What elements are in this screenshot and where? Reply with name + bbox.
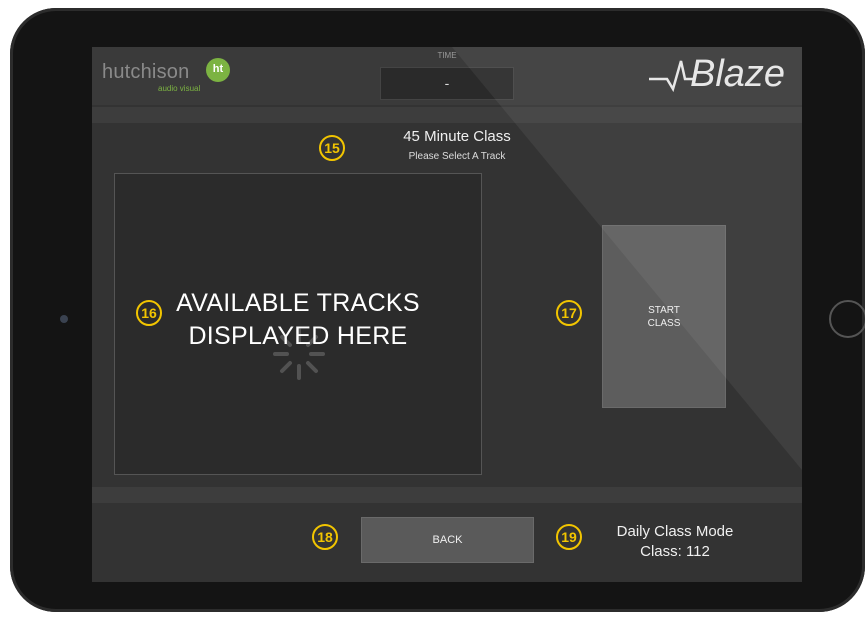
tracks-list-panel[interactable]: AVAILABLE TRACKS DISPLAYED HERE bbox=[114, 173, 482, 475]
brand-logo-text: hutchison bbox=[102, 61, 190, 83]
time-display: - bbox=[380, 67, 514, 100]
back-button[interactable]: BACK bbox=[361, 517, 534, 563]
divider-band-top bbox=[92, 107, 802, 123]
app-screen: hutchison audio visual ht TIME - Blaze 4… bbox=[92, 47, 802, 582]
callout-17: 17 bbox=[556, 300, 582, 326]
brand-logo-mark: ht bbox=[206, 58, 230, 82]
start-button-line1: START bbox=[648, 305, 680, 316]
callout-15: 15 bbox=[319, 135, 345, 161]
callout-18: 18 bbox=[312, 524, 338, 550]
blaze-logo-text: Blaze bbox=[690, 53, 786, 95]
mode-label: Daily Class Mode bbox=[616, 523, 734, 540]
time-value: - bbox=[444, 75, 450, 91]
start-button-line2: CLASS bbox=[647, 318, 681, 329]
divider-band-bottom bbox=[92, 487, 802, 503]
time-label: TIME bbox=[437, 51, 457, 60]
pulse-icon bbox=[649, 60, 695, 93]
class-title: 45 Minute Class bbox=[403, 128, 511, 145]
tracks-placeholder-line2: DISPLAYED HERE bbox=[188, 322, 408, 350]
brand-logo-subtext: audio visual bbox=[158, 84, 201, 93]
callout-19: 19 bbox=[556, 524, 582, 550]
home-button[interactable] bbox=[829, 300, 865, 338]
class-number: Class: 112 bbox=[640, 543, 710, 560]
header-bar: hutchison audio visual ht TIME - Blaze bbox=[92, 47, 802, 105]
class-subtitle: Please Select A Track bbox=[408, 151, 506, 162]
class-mode-status: Daily Class Mode Class: 112 bbox=[600, 522, 750, 562]
tracks-placeholder-text: AVAILABLE TRACKS DISPLAYED HERE bbox=[115, 287, 481, 353]
blaze-logo: Blaze bbox=[645, 53, 795, 97]
start-class-button[interactable]: START CLASS bbox=[602, 225, 726, 408]
callout-16: 16 bbox=[136, 300, 162, 326]
tracks-placeholder-line1: AVAILABLE TRACKS bbox=[176, 289, 420, 317]
camera-dot bbox=[60, 315, 68, 323]
